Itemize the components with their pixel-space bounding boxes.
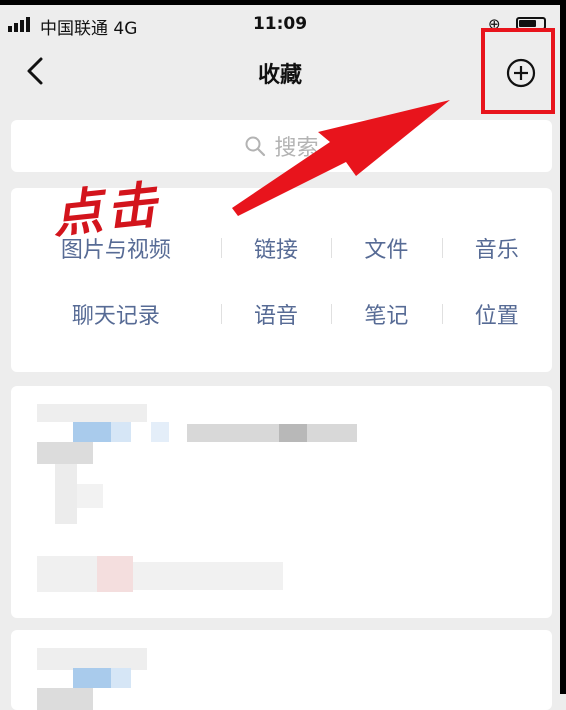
blurred-content [37,648,147,670]
status-time: 11:09 [252,14,308,34]
status-bar: 中国联通 4G 11:09 ⊕ [0,5,560,41]
blurred-content [77,484,103,508]
blurred-title [279,424,307,442]
blurred-content [151,422,169,442]
category-files[interactable]: 文件 [331,228,441,268]
search-placeholder: 搜索 [274,136,319,161]
page-title: 收藏 [257,63,302,88]
favorite-item-card[interactable] [11,386,552,618]
category-chat-history[interactable]: 聊天记录 [11,294,221,334]
category-music[interactable]: 音乐 [441,228,552,268]
blurred-content [55,464,77,524]
blurred-content [111,422,131,442]
category-row-2: 聊天记录 语音 笔记 位置 [11,294,552,334]
blurred-content [73,422,111,442]
blurred-meta [133,562,283,590]
blurred-meta [97,556,133,592]
screen-frame-right [560,0,566,694]
blurred-content [73,668,111,688]
blurred-content [111,668,131,688]
category-notes[interactable]: 笔记 [331,294,441,334]
blurred-content [37,688,93,710]
favorite-item-card[interactable] [11,630,552,710]
search-icon [245,136,266,157]
blurred-content [37,442,93,464]
category-location[interactable]: 位置 [441,294,552,334]
blurred-title [187,424,357,442]
blurred-meta [37,556,97,592]
nav-bar: 收藏 [0,41,560,105]
battery-level [519,20,536,27]
annotation-text: 点击 [49,174,164,245]
category-voice[interactable]: 语音 [220,294,331,334]
blurred-content [37,404,147,422]
category-links[interactable]: 链接 [220,228,331,268]
search-input[interactable]: 搜索 [11,120,552,172]
highlight-box [481,28,555,114]
